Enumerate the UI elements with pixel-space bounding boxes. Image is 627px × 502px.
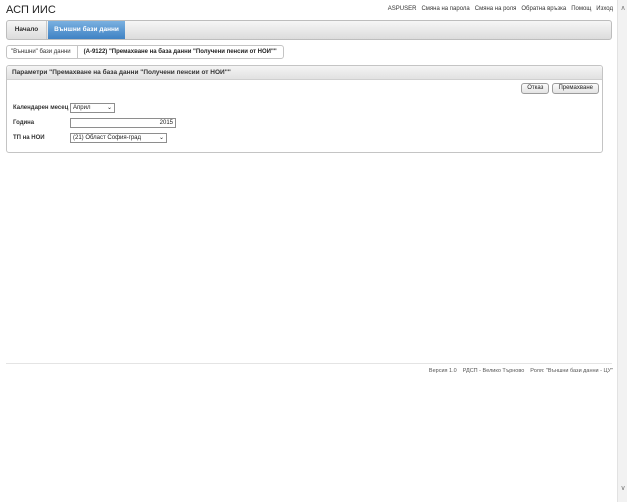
feedback-link[interactable]: Обратна връзка — [521, 6, 566, 12]
change-password-link[interactable]: Смяна на парола — [421, 6, 469, 12]
vertical-scrollbar[interactable]: ∧ ∨ — [617, 0, 627, 502]
tp-select[interactable]: (21) Област София-град ⌄ — [70, 133, 167, 143]
month-row: Календарен месец Април ⌄ — [13, 103, 115, 113]
month-value: Април — [73, 105, 91, 111]
main-navbar: Начало Външни бази данни — [6, 20, 612, 40]
tp-row: ТП на НОИ (21) Област София-град ⌄ — [13, 133, 167, 143]
logout-link[interactable]: Изход — [596, 6, 613, 12]
nav-tab-home[interactable]: Начало — [7, 21, 47, 39]
chevron-down-icon: ⌄ — [106, 105, 112, 111]
tp-label: ТП на НОИ — [13, 135, 45, 141]
nav-tab-external-databases[interactable]: Външни бази данни — [48, 21, 125, 39]
footer-office: РДСП - Велико Търново — [462, 368, 525, 374]
panel-toolbar: Отказ Премахване — [521, 83, 599, 94]
scroll-down-icon[interactable]: ∨ — [618, 484, 627, 494]
footer-role: Роля: "Външни бази данни - ЦУ" — [530, 368, 613, 374]
footer-version: Версия 1.0 — [428, 368, 457, 374]
user-link[interactable]: ASPUSER — [388, 6, 417, 12]
tp-value: (21) Област София-град — [73, 135, 141, 141]
year-row: Година 2015 — [13, 118, 176, 128]
chevron-down-icon: ⌄ — [158, 135, 164, 141]
footer: Версия 1.0 РДСП - Велико Търново Роля: "… — [429, 368, 613, 374]
cancel-button[interactable]: Отказ — [521, 83, 550, 94]
breadcrumb-current: (А-9122) "Премахване на база данни "Полу… — [83, 49, 277, 55]
change-role-link[interactable]: Смяна на роля — [475, 6, 517, 12]
breadcrumb: "Външни" бази данни (А-9122) "Премахване… — [6, 45, 284, 59]
app-title: АСП ИИС — [6, 4, 56, 16]
breadcrumb-external-databases[interactable]: "Външни" бази данни — [7, 46, 78, 58]
panel-title: Параметри "Премахване на база данни "Пол… — [7, 66, 602, 80]
month-select[interactable]: Април ⌄ — [70, 103, 115, 113]
footer-divider — [6, 363, 612, 364]
help-link[interactable]: Помощ — [571, 6, 591, 12]
scroll-up-icon[interactable]: ∧ — [618, 4, 627, 14]
top-links: ASPUSER Смяна на парола Смяна на роля Об… — [388, 6, 613, 12]
year-label: Година — [13, 120, 35, 126]
year-input[interactable]: 2015 — [70, 118, 176, 128]
month-label: Календарен месец — [13, 105, 69, 111]
remove-button[interactable]: Премахване — [552, 83, 599, 94]
parameters-panel: Параметри "Премахване на база данни "Пол… — [6, 65, 603, 153]
